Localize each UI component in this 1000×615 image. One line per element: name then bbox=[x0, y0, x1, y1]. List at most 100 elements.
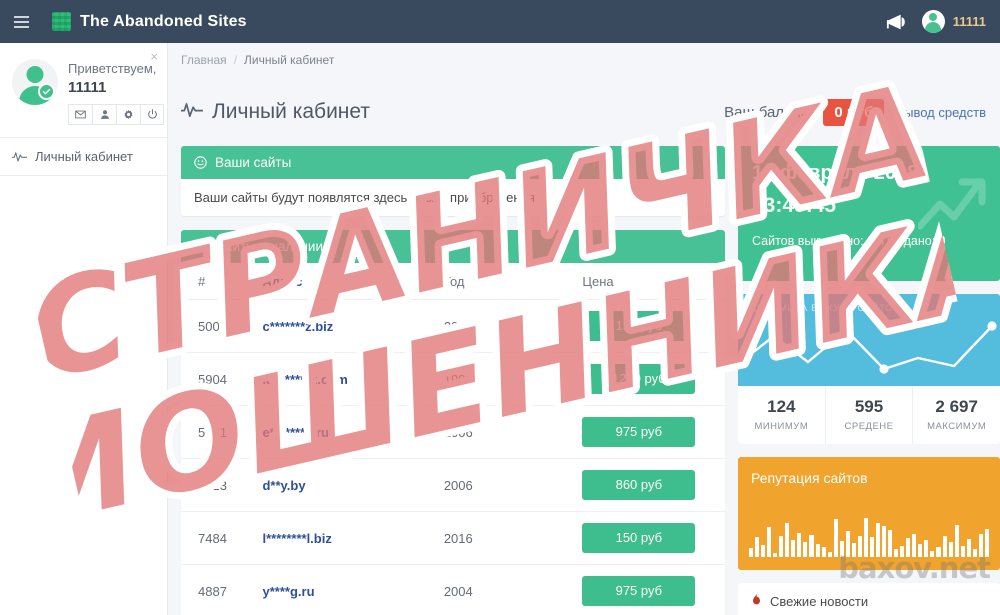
cell-year: 2006 bbox=[443, 458, 583, 512]
sidebar-user-meta: Приветствуем, 11111 bbox=[68, 59, 164, 126]
sold-value: 0 bbox=[938, 234, 946, 248]
reputation-bar bbox=[803, 542, 808, 557]
hamburger-menu-icon[interactable] bbox=[0, 0, 38, 43]
date-widget: 16 февраля 2018 13:49:45 Сайтов выкуплен… bbox=[738, 146, 1000, 281]
stat-average: 595 СРЕДЕНЕ bbox=[826, 386, 914, 444]
stat-value: 2 697 bbox=[935, 397, 978, 416]
fire-icon bbox=[751, 593, 762, 610]
stat-label: МИНИМУМ bbox=[754, 421, 809, 432]
table-header-row: # Адрес Год Цена bbox=[181, 263, 725, 300]
reputation-title: Репутация сайтов bbox=[751, 470, 868, 486]
sidebar-user-panel: × Приветствуем, 11111 bbox=[0, 43, 167, 139]
power-icon[interactable] bbox=[140, 104, 164, 126]
table-row: 5904 k********k.com 1991 1250 руб bbox=[181, 352, 725, 406]
dynamics-chart-widget: ДИНАМИКА ВЫКУПА САЙТОВ 124 МИНИМУМ 595 С… bbox=[738, 294, 1000, 444]
available-sites-panel-header: Сайты в наличии bbox=[181, 230, 725, 263]
reputation-bar bbox=[918, 544, 923, 557]
cell-price: 150 руб bbox=[582, 299, 725, 353]
cell-year: 2016 bbox=[443, 511, 583, 565]
withdraw-funds-link[interactable]: Вывод средств bbox=[895, 105, 986, 120]
hamburger-bar bbox=[13, 15, 29, 18]
cell-address[interactable]: e*******a.ru bbox=[262, 405, 444, 459]
reputation-bar-chart bbox=[749, 513, 989, 557]
reputation-bar bbox=[936, 547, 941, 557]
chart-stats: 124 МИНИМУМ 595 СРЕДЕНЕ 2 697 МАКСИМУМ bbox=[738, 386, 1000, 444]
cell-year: 2006 bbox=[443, 405, 583, 459]
reputation-bar bbox=[948, 542, 953, 557]
reputation-bar bbox=[894, 549, 899, 557]
cell-id: 5005 bbox=[181, 299, 263, 353]
close-icon[interactable]: × bbox=[150, 50, 158, 63]
cell-year: 2018 bbox=[443, 299, 583, 353]
reputation-bar bbox=[797, 532, 802, 557]
reputation-bar bbox=[863, 517, 868, 557]
reputation-bar bbox=[761, 545, 766, 557]
reputation-bar bbox=[869, 537, 874, 557]
sidebar-username: 11111 bbox=[68, 79, 107, 97]
cell-address[interactable]: c*******z.biz bbox=[262, 299, 444, 353]
buy-button[interactable]: 975 руб bbox=[582, 417, 696, 447]
reputation-bar bbox=[924, 540, 929, 557]
reputation-bar bbox=[900, 546, 905, 557]
sidebar-item-label: Личный кабинет bbox=[35, 149, 133, 165]
megaphone-icon[interactable] bbox=[886, 11, 908, 33]
page-title: Личный кабинет bbox=[180, 100, 370, 124]
sidebar-item-personal-cabinet[interactable]: Личный кабинет bbox=[0, 138, 167, 177]
cell-year: 1991 bbox=[443, 352, 583, 406]
buy-button[interactable]: 150 руб bbox=[582, 523, 696, 553]
sidebar-avatar bbox=[12, 59, 58, 105]
buy-button[interactable]: 150 руб bbox=[582, 311, 696, 341]
your-sites-panel: Ваши сайты Ваши сайты будут появлятся зд… bbox=[181, 146, 725, 216]
dynamics-chart-title: ДИНАМИКА ВЫКУПА САЙТОВ bbox=[750, 303, 901, 314]
cell-price: 975 руб bbox=[582, 564, 725, 615]
table-row: 4887 y****g.ru 2004 975 руб bbox=[181, 564, 725, 615]
reputation-bar bbox=[767, 526, 772, 557]
cell-address[interactable]: y****g.ru bbox=[262, 564, 444, 615]
stat-minimum: 124 МИНИМУМ bbox=[738, 386, 826, 444]
reputation-bar bbox=[930, 551, 935, 557]
reputation-bar bbox=[882, 525, 887, 557]
available-sites-panel: Сайты в наличии # Адрес Год Цена 5005 c*… bbox=[181, 230, 725, 615]
reputation-bar bbox=[875, 522, 881, 557]
user-menu[interactable]: 11111 bbox=[921, 10, 986, 33]
balance-box: Ваш баланс: 0 руб Вывод средств bbox=[724, 98, 986, 126]
breadcrumb-current: Личный кабинет bbox=[244, 52, 335, 67]
reputation-bar bbox=[857, 535, 862, 557]
cell-price: 150 руб bbox=[582, 511, 725, 565]
breadcrumb-home[interactable]: Главная bbox=[181, 53, 227, 67]
reputation-bar bbox=[960, 546, 965, 557]
buy-button[interactable]: 860 руб bbox=[582, 470, 696, 500]
pulse-icon bbox=[180, 100, 204, 124]
cell-address[interactable]: k********k.com bbox=[262, 352, 444, 406]
gear-icon[interactable] bbox=[116, 104, 140, 126]
user-avatar-icon bbox=[921, 10, 945, 33]
reputation-bar bbox=[749, 548, 754, 557]
buy-button[interactable]: 1250 руб bbox=[582, 364, 696, 394]
brand-logo-icon bbox=[52, 12, 71, 31]
reputation-bar bbox=[833, 518, 838, 557]
reputation-bar bbox=[779, 535, 784, 557]
pulse-icon bbox=[12, 150, 27, 163]
table-row: 8223 d**y.by 2006 860 руб bbox=[181, 458, 725, 512]
cell-address[interactable]: d**y.by bbox=[262, 458, 444, 512]
cell-price: 1250 руб bbox=[582, 352, 725, 406]
topbar-right-group: 11111 bbox=[886, 10, 1000, 33]
reputation-bar bbox=[815, 544, 820, 557]
your-sites-empty-text: Ваши сайты будут появлятся здесь после п… bbox=[194, 190, 535, 205]
column-header-id: # bbox=[181, 263, 263, 300]
column-header-price: Цена bbox=[582, 263, 725, 300]
envelope-icon[interactable] bbox=[68, 104, 92, 126]
cell-address[interactable]: l********l.biz bbox=[262, 511, 444, 565]
your-sites-panel-header: Ваши сайты bbox=[181, 146, 725, 179]
user-icon[interactable] bbox=[92, 104, 116, 126]
news-widget: Свежие новости bbox=[738, 583, 1000, 615]
stat-value: 595 bbox=[854, 397, 884, 416]
cell-id: 5851 bbox=[181, 405, 263, 459]
page-title-text: Личный кабинет bbox=[212, 100, 370, 123]
counts-separator: , Продано: bbox=[874, 234, 936, 248]
available-sites-table: # Адрес Год Цена 5005 c*******z.biz 2018 bbox=[181, 263, 725, 615]
reputation-bar bbox=[906, 538, 911, 557]
reputation-bar bbox=[773, 553, 778, 557]
brand[interactable]: The Abandoned Sites bbox=[52, 12, 247, 31]
buy-button[interactable]: 975 руб bbox=[582, 576, 696, 606]
